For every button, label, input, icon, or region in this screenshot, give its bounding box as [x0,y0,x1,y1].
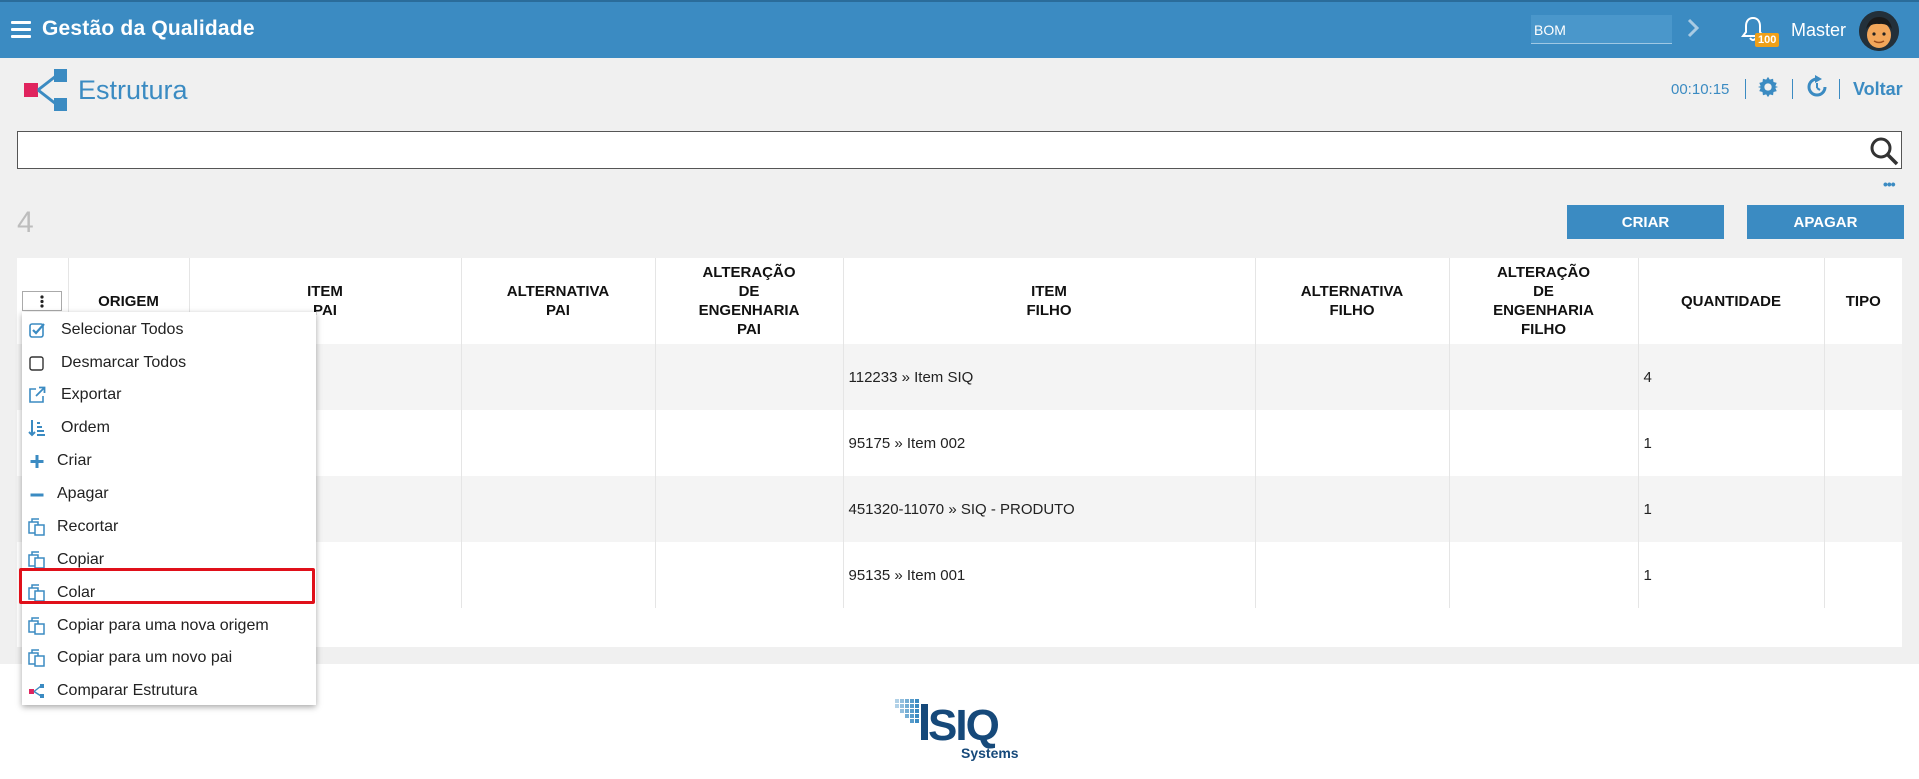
menu-item-copy[interactable]: Copiar [22,544,316,576]
menu-item-label: Exportar [61,386,122,403]
search-icon[interactable] [1869,136,1899,166]
quantidade-cell: 1 [1637,410,1824,476]
menu-item-label: Colar [57,584,96,601]
menu-item-copy-new-origin[interactable]: Copiar para uma nova origem [22,610,316,642]
copy-icon [27,550,47,570]
session-timer: 00:10:15 [1671,81,1730,98]
copy-icon [27,616,47,636]
more-options-icon[interactable]: ••• [1883,176,1896,192]
copy-icon [27,583,47,603]
quantidade-cell: 4 [1637,344,1824,410]
menu-item-label: Selecionar Todos [61,321,184,338]
column-header[interactable]: ALTERNATIVA FILHO [1254,258,1449,344]
menu-item-label: Comparar Estrutura [57,682,198,699]
logo-subtext: Systems [961,745,1019,761]
divider [1792,79,1793,99]
structure-icon [27,681,47,701]
menu-item-label: Criar [57,452,92,469]
avatar[interactable] [1859,11,1899,51]
siq-logo: SIQ Systems [895,699,1019,761]
quantidade-cell: 1 [1637,542,1824,608]
delete-button[interactable]: APAGAR [1747,205,1904,239]
plus-icon [27,451,47,471]
checkbox-checked-icon [27,320,47,340]
menu-item-label: Copiar para um novo pai [57,649,233,666]
divider [1745,79,1746,99]
search-input[interactable] [17,131,1902,169]
structure-icon [24,69,67,111]
menu-item-select-all[interactable]: Selecionar Todos [22,314,316,346]
back-link[interactable]: Voltar [1853,79,1903,100]
item-filho-cell: 95135 » Item 001 [842,542,1255,608]
app-title: Gestão da Qualidade [42,17,255,40]
copy-icon [27,648,47,668]
gear-icon[interactable] [1757,76,1779,98]
page-title: Estrutura [78,75,188,105]
item-filho-cell: 112233 » Item SIQ [842,344,1255,410]
record-count: 4 [17,206,34,239]
menu-item-label: Copiar [57,551,105,568]
refresh-icon[interactable] [1805,75,1829,99]
column-header[interactable]: ALTERAÇÃO DE ENGENHARIA PAI [654,258,843,344]
menu-item-label: Ordem [61,419,110,436]
item-filho-cell: 95175 » Item 002 [842,410,1255,476]
user-avatar-icon [1859,11,1899,51]
column-header[interactable]: QUANTIDADE [1637,258,1824,344]
chevron-right-icon[interactable] [1685,16,1701,40]
column-header[interactable]: ALTERNATIVA PAI [460,258,655,344]
hamburger-menu-icon[interactable] [11,21,31,38]
user-name[interactable]: Master [1791,20,1846,41]
context-field[interactable]: BOM [1531,15,1672,44]
column-header[interactable]: TIPO [1823,258,1902,344]
sort-icon [27,418,47,438]
menu-item-compare-structure[interactable]: Comparar Estrutura [22,675,316,707]
menu-item-order[interactable]: Ordem [22,412,316,444]
menu-item-label: Recortar [57,518,119,535]
logo-text: SIQ [928,701,999,750]
column-header[interactable]: ALTERAÇÃO DE ENGENHARIA FILHO [1448,258,1638,344]
quantidade-cell: 1 [1637,476,1824,542]
menu-item-label: Desmarcar Todos [61,354,187,371]
menu-item-export[interactable]: Exportar [22,379,316,411]
item-filho-cell: 451320-11070 » SIQ - PRODUTO [842,476,1255,542]
menu-item-deselect-all[interactable]: Desmarcar Todos [22,347,316,379]
kebab-menu-button[interactable] [22,291,63,311]
export-icon [27,385,47,405]
menu-item-copy-new-parent[interactable]: Copiar para um novo pai [22,642,316,674]
vertical-dots-icon [40,294,44,308]
copy-icon [27,517,47,537]
menu-item-label: Apagar [57,485,109,502]
create-button[interactable]: CRIAR [1567,205,1724,239]
minus-icon [27,484,47,504]
menu-item-create[interactable]: Criar [22,445,316,477]
top-bar: Gestão da Qualidade BOM 100 Master [0,0,1919,58]
menu-item-cut[interactable]: Recortar [22,511,316,543]
context-menu: Selecionar Todos Desmarcar Todos Exporta… [19,312,316,707]
column-header[interactable]: ITEM FILHO [842,258,1255,344]
divider [1839,79,1840,99]
checkbox-empty-icon [27,353,47,373]
menu-item-paste[interactable]: Colar [22,577,316,609]
menu-item-delete[interactable]: Apagar [22,478,316,510]
menu-item-label: Copiar para uma nova origem [57,617,269,634]
notification-badge: 100 [1755,33,1780,47]
